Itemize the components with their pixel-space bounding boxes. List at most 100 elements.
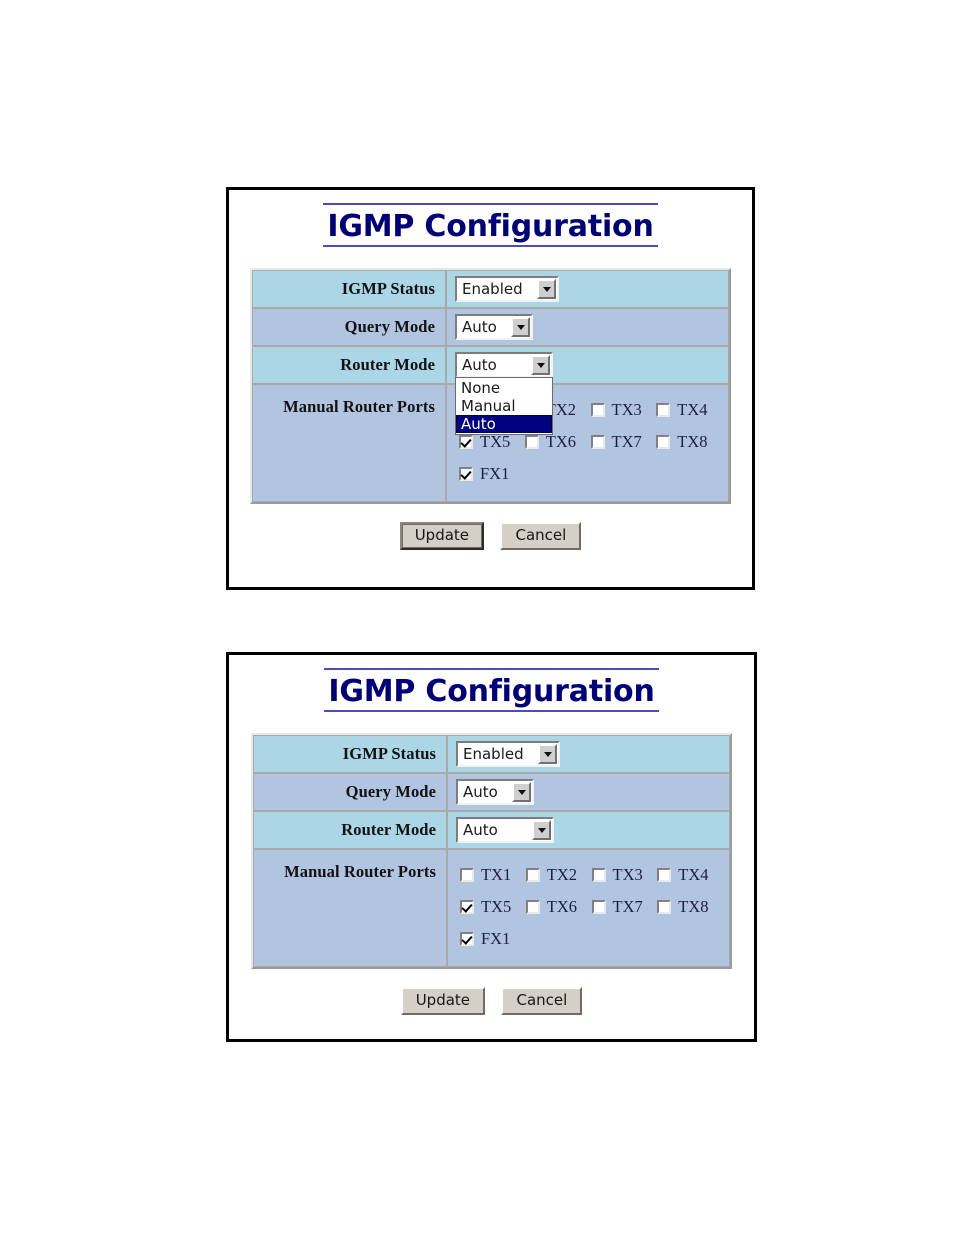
igmp-status-select[interactable]: Enabled xyxy=(455,276,559,302)
cancel-button[interactable]: Cancel xyxy=(500,522,582,550)
router-mode-select-value: Auto xyxy=(462,356,497,374)
port-checkbox-tx6[interactable]: TX6 xyxy=(524,432,591,452)
igmp-status-select[interactable]: Enabled xyxy=(456,741,560,767)
update-button[interactable]: Update xyxy=(400,987,486,1015)
label-query-mode: Query Mode xyxy=(253,773,447,811)
igmp-status-select-value: Enabled xyxy=(462,280,523,298)
router-mode-dropdown-list[interactable]: None Manual Auto xyxy=(455,377,553,435)
label-igmp-status: IGMP Status xyxy=(252,270,446,308)
chevron-down-icon[interactable] xyxy=(537,279,556,299)
chevron-down-icon[interactable] xyxy=(531,355,550,375)
port-checkbox-fx1[interactable]: FX1 xyxy=(460,929,534,949)
port-checkbox-tx1[interactable]: TX1 xyxy=(460,865,526,885)
port-label: TX3 xyxy=(612,865,643,884)
igmp-configuration-panel-open-dropdown: IGMP Configuration IGMP Status Enabled Q… xyxy=(226,187,755,590)
checkbox-icon[interactable] xyxy=(460,900,474,914)
router-mode-select-value: Auto xyxy=(463,821,498,839)
update-button[interactable]: Update xyxy=(399,522,485,550)
ports-row-2: TX5 TX6 TX7 TX8 xyxy=(460,897,723,917)
port-label: TX3 xyxy=(611,400,642,419)
checkbox-icon[interactable] xyxy=(591,900,606,914)
query-mode-select-value: Auto xyxy=(463,783,498,801)
page-title-text: IGMP Configuration xyxy=(323,203,658,247)
ports-row-3: FX1 xyxy=(460,929,723,949)
field-query-mode: Auto xyxy=(447,773,730,811)
port-label: TX7 xyxy=(611,432,642,451)
chevron-down-icon[interactable] xyxy=(511,317,530,337)
port-label: TX1 xyxy=(481,865,512,884)
table-row-manual-router-ports: Manual Router Ports TX1 TX2 xyxy=(253,849,730,967)
port-checkbox-tx4[interactable]: TX4 xyxy=(657,865,723,885)
port-checkbox-tx5[interactable]: TX5 xyxy=(460,897,526,917)
query-mode-select-value: Auto xyxy=(462,318,497,336)
port-checkbox-tx7[interactable]: TX7 xyxy=(591,897,658,917)
field-router-mode: Auto None Manual Auto xyxy=(446,346,729,435)
query-mode-select[interactable]: Auto xyxy=(455,314,533,340)
table-row-query-mode: Query Mode Auto xyxy=(253,773,730,811)
port-label: TX5 xyxy=(481,897,512,916)
field-manual-router-ports: TX1 TX2 TX3 TX4 xyxy=(447,849,730,967)
checkbox-icon[interactable] xyxy=(591,868,606,882)
manual-router-ports-grid: TX1 TX2 TX3 TX4 xyxy=(456,855,723,961)
port-label: TX4 xyxy=(677,400,708,419)
checkbox-icon[interactable] xyxy=(525,900,540,914)
field-router-mode: Auto xyxy=(447,811,730,849)
igmp-configuration-table: IGMP Status Enabled Query Mode Auto Rout… xyxy=(250,268,731,504)
port-label: FX1 xyxy=(480,464,510,483)
checkbox-icon[interactable] xyxy=(590,435,605,449)
field-igmp-status: Enabled xyxy=(447,735,730,773)
port-checkbox-tx6[interactable]: TX6 xyxy=(525,897,592,917)
router-mode-select-wrapper: Auto None Manual Auto xyxy=(455,352,553,435)
igmp-configuration-table: IGMP Status Enabled Query Mode Auto Rout… xyxy=(251,733,732,969)
router-mode-select[interactable]: Auto xyxy=(456,817,554,843)
checkbox-icon[interactable] xyxy=(460,932,474,946)
button-bar: Update Cancel xyxy=(229,987,754,1015)
dropdown-option-none[interactable]: None xyxy=(456,379,552,397)
page-title: IGMP Configuration xyxy=(229,203,752,247)
router-mode-select[interactable]: Auto xyxy=(455,352,553,378)
checkbox-icon[interactable] xyxy=(524,435,539,449)
port-checkbox-tx8[interactable]: TX8 xyxy=(657,897,723,917)
checkbox-icon[interactable] xyxy=(460,868,474,882)
port-label: TX8 xyxy=(677,432,708,451)
port-label: TX6 xyxy=(546,897,577,916)
port-checkbox-tx8[interactable]: TX8 xyxy=(656,432,722,452)
ports-row-1: TX1 TX2 TX3 TX4 xyxy=(460,865,723,885)
port-checkbox-tx3[interactable]: TX3 xyxy=(590,400,657,420)
table-row-igmp-status: IGMP Status Enabled xyxy=(252,270,729,308)
label-query-mode: Query Mode xyxy=(252,308,446,346)
chevron-down-icon[interactable] xyxy=(532,820,551,840)
port-label: TX6 xyxy=(545,432,576,451)
label-igmp-status: IGMP Status xyxy=(253,735,447,773)
port-checkbox-fx1[interactable]: FX1 xyxy=(459,464,533,484)
field-query-mode: Auto xyxy=(446,308,729,346)
table-row-router-mode: Router Mode Auto None Manual Auto xyxy=(252,346,729,435)
checkbox-icon[interactable] xyxy=(590,403,605,417)
page-title-text: IGMP Configuration xyxy=(324,668,659,712)
checkbox-icon[interactable] xyxy=(459,467,473,481)
port-checkbox-tx3[interactable]: TX3 xyxy=(591,865,658,885)
port-checkbox-tx5[interactable]: TX5 xyxy=(459,432,525,452)
label-manual-router-ports: Manual Router Ports xyxy=(252,384,446,502)
chevron-down-icon[interactable] xyxy=(538,744,557,764)
label-manual-router-ports: Manual Router Ports xyxy=(253,849,447,967)
query-mode-select[interactable]: Auto xyxy=(456,779,534,805)
checkbox-icon[interactable] xyxy=(657,900,672,914)
checkbox-icon[interactable] xyxy=(525,868,540,882)
chevron-down-icon[interactable] xyxy=(512,782,531,802)
checkbox-icon[interactable] xyxy=(656,435,671,449)
port-checkbox-tx4[interactable]: TX4 xyxy=(656,400,722,420)
page-title: IGMP Configuration xyxy=(229,668,754,712)
dropdown-option-auto[interactable]: Auto xyxy=(456,415,552,433)
checkbox-icon[interactable] xyxy=(657,868,672,882)
cancel-button[interactable]: Cancel xyxy=(501,987,583,1015)
port-label: TX8 xyxy=(678,897,709,916)
dropdown-option-manual[interactable]: Manual xyxy=(456,397,552,415)
igmp-configuration-panel-closed-dropdown: IGMP Configuration IGMP Status Enabled Q… xyxy=(226,652,757,1042)
checkbox-icon[interactable] xyxy=(656,403,671,417)
checkbox-icon[interactable] xyxy=(459,435,473,449)
port-checkbox-tx2[interactable]: TX2 xyxy=(525,865,592,885)
field-igmp-status: Enabled xyxy=(446,270,729,308)
port-checkbox-tx7[interactable]: TX7 xyxy=(590,432,657,452)
port-label: FX1 xyxy=(481,929,511,948)
